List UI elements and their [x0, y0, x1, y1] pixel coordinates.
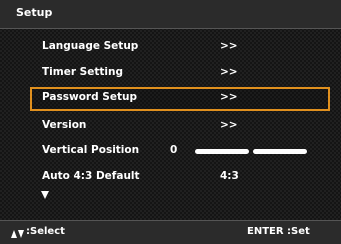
setup-osd-menu: Setup Language Setup >> Timer Setting >>… [0, 0, 341, 244]
vertical-position-value: 0 [170, 144, 178, 156]
menu-item-language-setup[interactable]: Language Setup >> [30, 36, 330, 58]
title-bar: Setup [0, 0, 341, 29]
up-down-arrows-icon [11, 230, 25, 240]
submenu-arrow: >> [220, 91, 238, 103]
aspect-value: 4:3 [220, 170, 239, 182]
slider-track-right [253, 149, 307, 154]
menu-title: Setup [16, 6, 53, 19]
menu-item-vertical-position[interactable]: Vertical Position 0 [30, 140, 330, 162]
menu-item-label: Timer Setting [42, 66, 123, 78]
footer-bar: :Select ENTER :Set [0, 220, 341, 244]
vertical-position-slider[interactable] [195, 149, 307, 154]
menu-item-version[interactable]: Version >> [30, 115, 330, 137]
submenu-arrow: >> [220, 66, 238, 78]
menu-item-password-setup[interactable]: Password Setup >> [30, 87, 330, 111]
slider-track-left [195, 149, 249, 154]
menu-item-timer-setting[interactable]: Timer Setting >> [30, 62, 330, 84]
menu-item-auto-4-3-default[interactable]: Auto 4:3 Default 4:3 [30, 166, 330, 188]
menu-item-label: Version [42, 119, 87, 131]
menu-item-label: Auto 4:3 Default [42, 170, 140, 182]
select-hint: :Select [26, 226, 65, 237]
menu-item-label: Password Setup [42, 91, 137, 103]
down-triangle-icon [41, 191, 49, 199]
enter-hint: ENTER :Set [247, 226, 310, 237]
submenu-arrow: >> [220, 40, 238, 52]
menu-item-label: Vertical Position [42, 144, 140, 156]
menu-item-label: Language Setup [42, 40, 139, 52]
submenu-arrow: >> [220, 119, 238, 131]
